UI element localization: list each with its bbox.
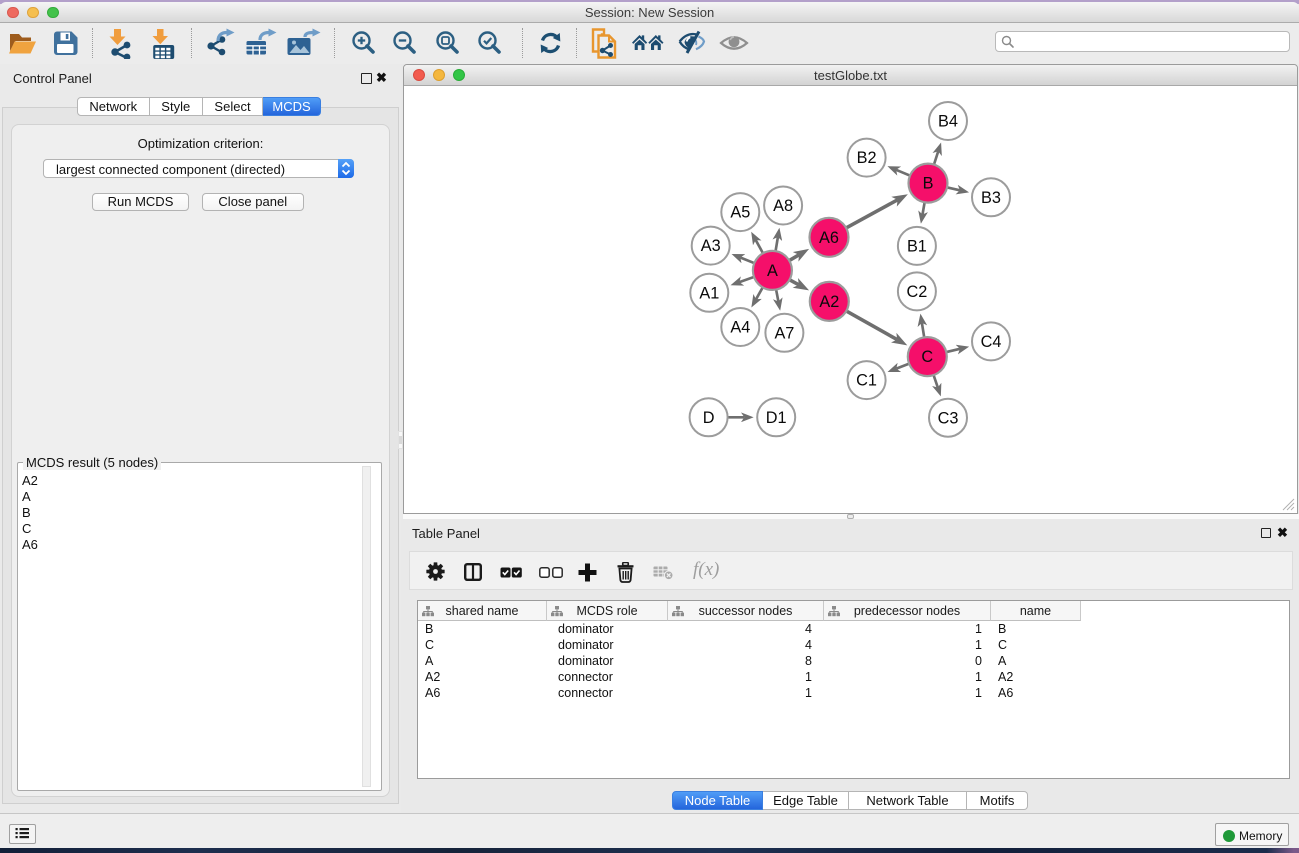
svg-text:A4: A4 bbox=[730, 319, 750, 337]
svg-text:A2: A2 bbox=[819, 293, 839, 311]
svg-text:A6: A6 bbox=[819, 229, 839, 247]
svg-text:C: C bbox=[921, 348, 933, 366]
svg-text:D1: D1 bbox=[766, 409, 787, 427]
svg-text:A8: A8 bbox=[773, 197, 793, 215]
svg-text:A3: A3 bbox=[701, 237, 721, 255]
svg-text:B3: B3 bbox=[981, 189, 1001, 207]
svg-text:C2: C2 bbox=[906, 283, 927, 301]
svg-text:B1: B1 bbox=[907, 238, 927, 256]
svg-text:B: B bbox=[923, 175, 934, 193]
svg-text:B2: B2 bbox=[857, 149, 877, 167]
svg-text:A1: A1 bbox=[699, 284, 719, 302]
svg-text:A7: A7 bbox=[774, 324, 794, 342]
svg-text:A: A bbox=[767, 262, 778, 280]
svg-text:C1: C1 bbox=[856, 372, 877, 390]
svg-text:D: D bbox=[703, 409, 715, 427]
svg-text:C4: C4 bbox=[981, 333, 1002, 351]
svg-text:A5: A5 bbox=[730, 204, 750, 222]
svg-text:B4: B4 bbox=[938, 113, 958, 131]
svg-text:C3: C3 bbox=[938, 409, 959, 427]
